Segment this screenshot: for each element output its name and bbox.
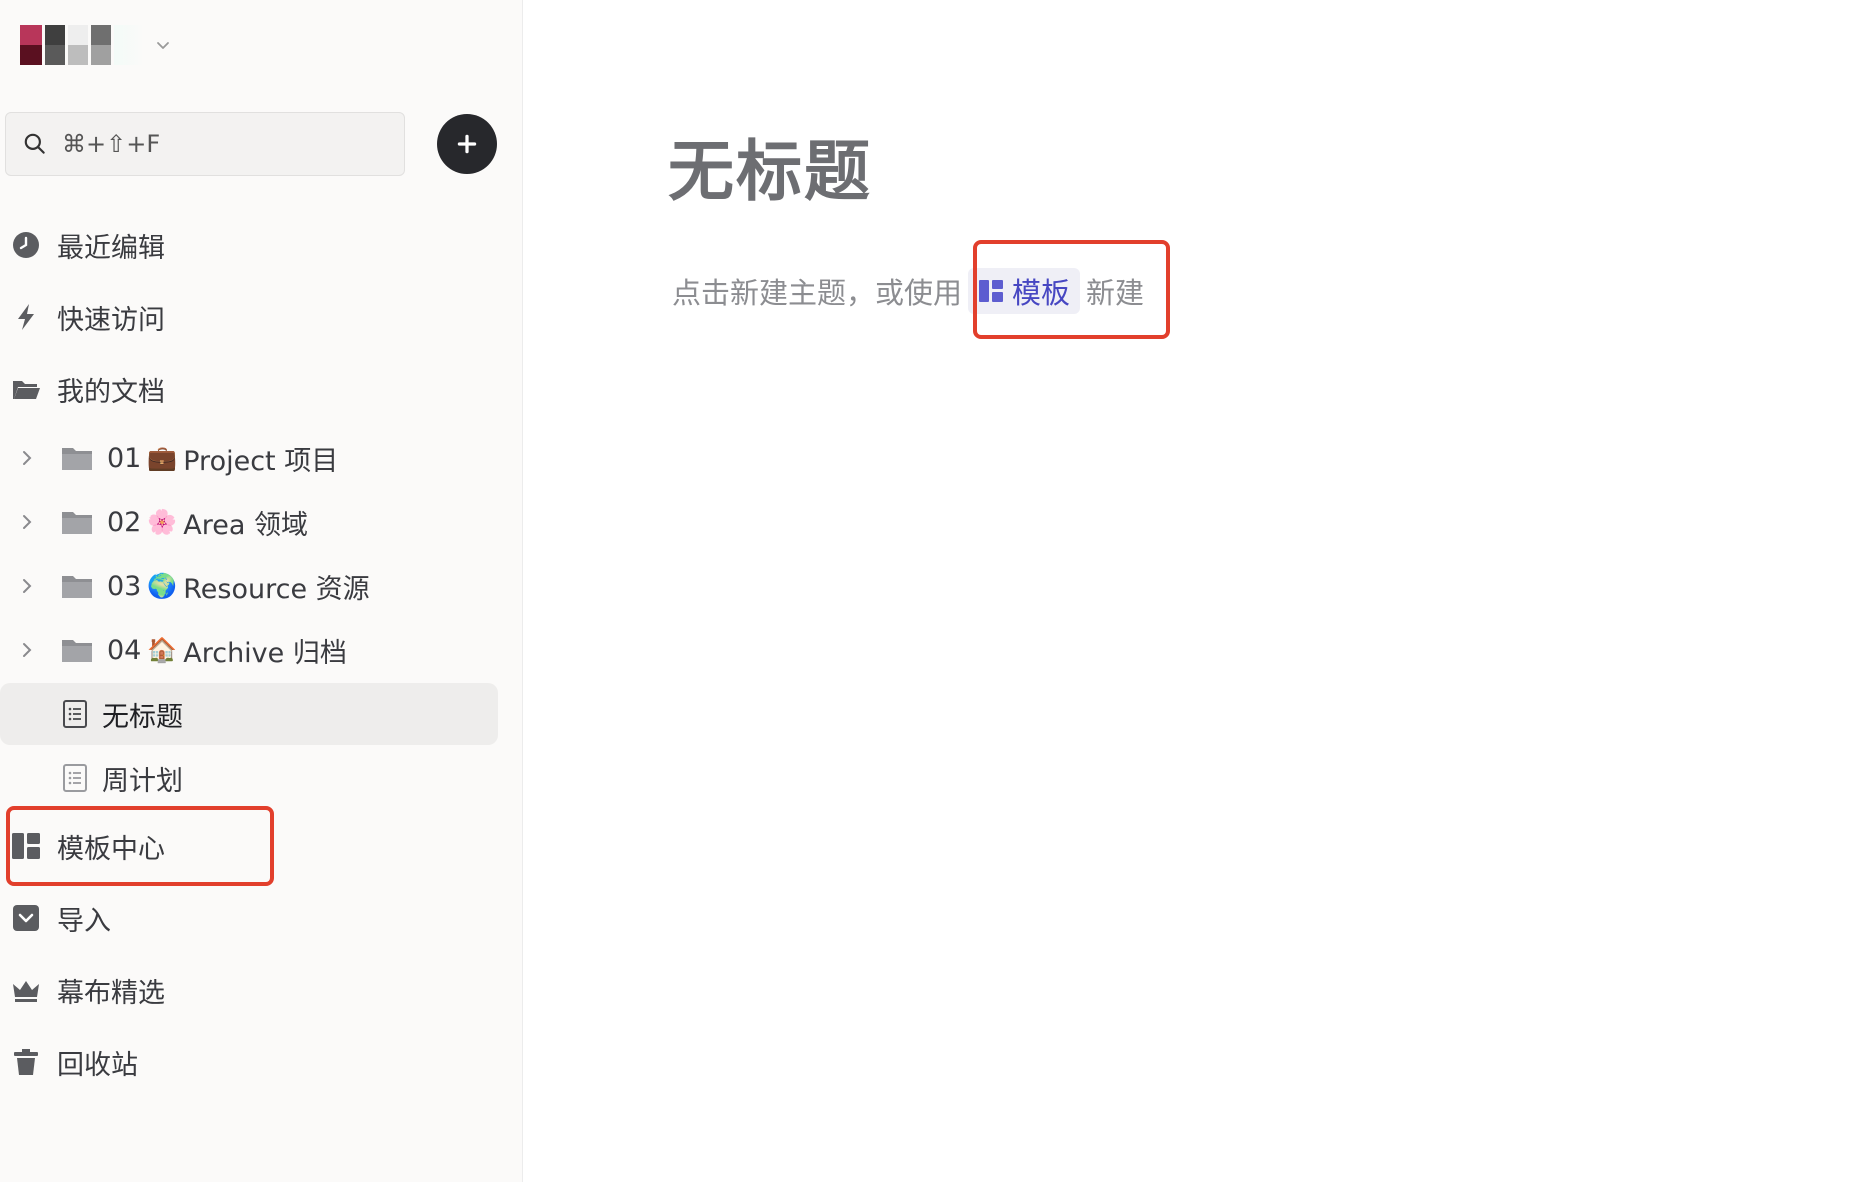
nav-template-center[interactable]: 模板中心 (0, 815, 498, 877)
template-link-button[interactable]: 模板 (968, 268, 1081, 314)
tree-doc-untitled[interactable]: 无标题 (0, 683, 498, 745)
folder-open-icon (10, 373, 42, 405)
chevron-right-icon[interactable] (17, 512, 37, 532)
tree-folder-project[interactable]: 01 💼 Project 项目 (0, 427, 498, 489)
add-button[interactable] (437, 114, 497, 174)
tree-folder-resource-label: 03 🌍 Resource 资源 (107, 567, 370, 606)
house-emoji-icon: 🏠 (147, 636, 178, 664)
workspace-name-blur-2 (68, 25, 88, 65)
tree-folder-number: 01 (107, 442, 142, 474)
nav-template-center-label: 模板中心 (57, 833, 165, 865)
import-icon (10, 902, 42, 934)
nav-quick-access-label: 快速访问 (57, 304, 165, 336)
chevron-right-icon[interactable] (17, 640, 37, 660)
workspace-name-blur-4 (114, 25, 144, 65)
trash-icon (10, 1046, 42, 1078)
folder-icon (62, 512, 92, 534)
tree-folder-number: 03 (107, 570, 142, 602)
tree-folder-name: Area 领域 (183, 509, 308, 541)
chevron-down-icon (157, 42, 169, 49)
workspace-name-blur-3 (91, 25, 111, 65)
tree-folder-area-label: 02 🌸 Area 领域 (107, 503, 308, 542)
empty-hint: 点击新建主题，或使用 模板 新建 (672, 268, 1144, 314)
chevron-right-icon[interactable] (17, 448, 37, 468)
nav-import[interactable]: 导入 (0, 887, 498, 949)
search-icon (24, 133, 45, 154)
tree-doc-untitled-label: 无标题 (102, 701, 183, 733)
nav-trash[interactable]: 回收站 (0, 1031, 498, 1093)
tree-folder-archive-label: 04 🏠 Archive 归档 (107, 631, 347, 670)
tree-folder-name: Resource 资源 (183, 573, 370, 605)
template-grid-icon (979, 280, 1004, 302)
nav-import-label: 导入 (57, 905, 111, 937)
nav-my-documents[interactable]: 我的文档 (0, 358, 498, 420)
tree-folder-project-label: 01 💼 Project 项目 (107, 439, 338, 478)
nav-featured[interactable]: 幕布精选 (0, 959, 498, 1021)
template-grid-icon (10, 830, 42, 862)
chevron-right-icon[interactable] (17, 576, 37, 596)
tree-doc-weekly-plan-label: 周计划 (102, 765, 183, 797)
hint-text-after: 新建 (1086, 276, 1145, 310)
search-box[interactable] (5, 112, 405, 176)
tree-folder-area[interactable]: 02 🌸 Area 领域 (0, 491, 498, 553)
briefcase-emoji-icon: 💼 (147, 444, 178, 472)
page-title[interactable]: 无标题 (668, 118, 872, 214)
hint-text-before: 点击新建主题，或使用 (672, 276, 963, 310)
nav-featured-label: 幕布精选 (57, 977, 165, 1009)
workspace-avatar (20, 25, 42, 65)
editor-area: 无标题 点击新建主题，或使用 模板 新建 (524, 0, 1860, 1182)
tree-folder-resource[interactable]: 03 🌍 Resource 资源 (0, 555, 498, 617)
search-input[interactable] (62, 130, 382, 158)
blossom-emoji-icon: 🌸 (147, 508, 178, 536)
folder-icon (62, 448, 92, 470)
workspace-switcher[interactable] (20, 24, 171, 66)
tree-folder-name: Archive 归档 (183, 637, 347, 669)
nav-recent-edits-label: 最近编辑 (57, 232, 165, 264)
clock-icon (10, 229, 42, 261)
nav-trash-label: 回收站 (57, 1049, 138, 1081)
tree-doc-weekly-plan[interactable]: 周计划 (0, 747, 498, 809)
nav-recent-edits[interactable]: 最近编辑 (0, 214, 498, 276)
folder-icon (62, 576, 92, 598)
document-icon (63, 764, 87, 792)
tree-folder-number: 04 (107, 634, 142, 666)
folder-icon (62, 640, 92, 662)
document-icon (63, 700, 87, 728)
template-link-label: 模板 (1012, 276, 1071, 310)
lightning-icon (10, 301, 42, 333)
workspace-name-blur (45, 25, 65, 65)
nav-quick-access[interactable]: 快速访问 (0, 286, 498, 348)
tree-folder-name: Project 项目 (183, 445, 339, 477)
plus-icon (457, 134, 477, 154)
tree-folder-number: 02 (107, 506, 142, 538)
crown-icon (10, 974, 42, 1006)
nav-my-documents-label: 我的文档 (57, 376, 165, 408)
tree-folder-archive[interactable]: 04 🏠 Archive 归档 (0, 619, 498, 681)
sidebar: 最近编辑 快速访问 我的文档 01 💼 Project 项目 02 🌸 Area… (0, 0, 523, 1182)
globe-emoji-icon: 🌍 (147, 572, 178, 600)
